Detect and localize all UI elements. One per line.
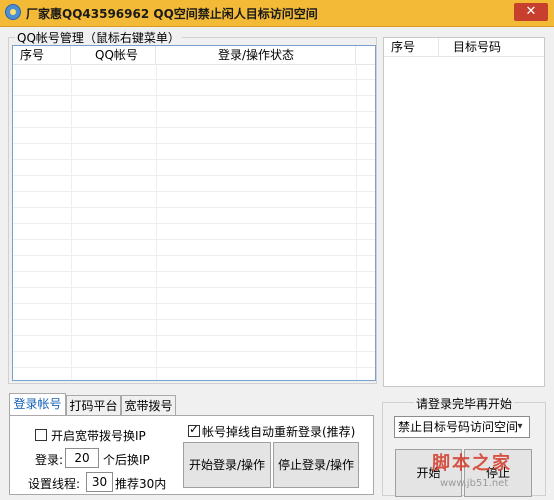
accounts-group-title: QQ帐号管理（鼠标右键菜单）: [15, 29, 182, 46]
grid-line: [156, 64, 157, 380]
title-bar: 厂家惠QQ43596962 QQ空间禁止闲人目标访问空间 ✕: [0, 0, 554, 27]
threads-input[interactable]: 30: [86, 472, 113, 492]
app-icon: [5, 4, 21, 20]
start-hint: 请登录完毕再开始: [414, 395, 515, 412]
accounts-list-header: 序号 QQ帐号 登录/操作状态: [13, 46, 375, 65]
close-button[interactable]: ✕: [514, 3, 548, 21]
targets-list[interactable]: 序号 目标号码: [383, 37, 545, 387]
login-tab-panel: 开启宽带拨号换IP 登录: 20 个后换IP 设置线程: 30 推荐30内 帐号…: [9, 415, 374, 495]
threads-suffix: 推荐30内: [115, 477, 167, 491]
mode-select-value: 禁止目标号码访问空间: [398, 420, 519, 434]
tab-login-accounts[interactable]: 登录帐号: [9, 393, 66, 415]
column-header-target-index[interactable]: 序号: [384, 38, 439, 56]
column-header-index[interactable]: 序号: [13, 46, 71, 64]
threads-label: 设置线程:: [28, 477, 81, 491]
accounts-list[interactable]: 序号 QQ帐号 登录/操作状态: [12, 45, 376, 381]
tab-broadband-dialup[interactable]: 宽带拨号: [121, 395, 176, 415]
targets-list-body[interactable]: [384, 56, 544, 386]
column-header-status[interactable]: 登录/操作状态: [156, 46, 356, 64]
watermark-url: www.jb51.net: [440, 478, 509, 489]
login-count-input[interactable]: 20: [65, 448, 99, 468]
broadband-checkbox-label: 开启宽带拨号换IP: [51, 429, 146, 443]
stop-login-button[interactable]: 停止登录/操作: [273, 442, 359, 488]
watermark-logo: 脚本之家: [432, 453, 512, 474]
auto-relogin-label: 帐号掉线自动重新登录(推荐): [202, 425, 356, 439]
start-login-button[interactable]: 开始登录/操作: [183, 442, 271, 488]
mode-select[interactable]: 禁止目标号码访问空间 ▾: [394, 416, 530, 438]
accounts-list-body[interactable]: [13, 64, 375, 380]
column-header-qq[interactable]: QQ帐号: [71, 46, 156, 64]
login-count-suffix: 个后换IP: [103, 453, 150, 467]
grid-line: [71, 64, 72, 380]
chevron-down-icon: ▾: [517, 421, 523, 432]
column-header-target-number[interactable]: 目标号码: [439, 38, 544, 56]
login-count-label: 登录:: [35, 453, 64, 467]
window-title: 厂家惠QQ43596962 QQ空间禁止闲人目标访问空间: [26, 7, 318, 21]
close-icon: ✕: [525, 4, 537, 19]
targets-list-header: 序号 目标号码: [384, 38, 544, 57]
grid-line: [356, 64, 357, 380]
broadband-checkbox[interactable]: [35, 429, 47, 441]
tab-captcha-platform[interactable]: 打码平台: [66, 395, 121, 415]
auto-relogin-checkbox[interactable]: [188, 422, 200, 437]
